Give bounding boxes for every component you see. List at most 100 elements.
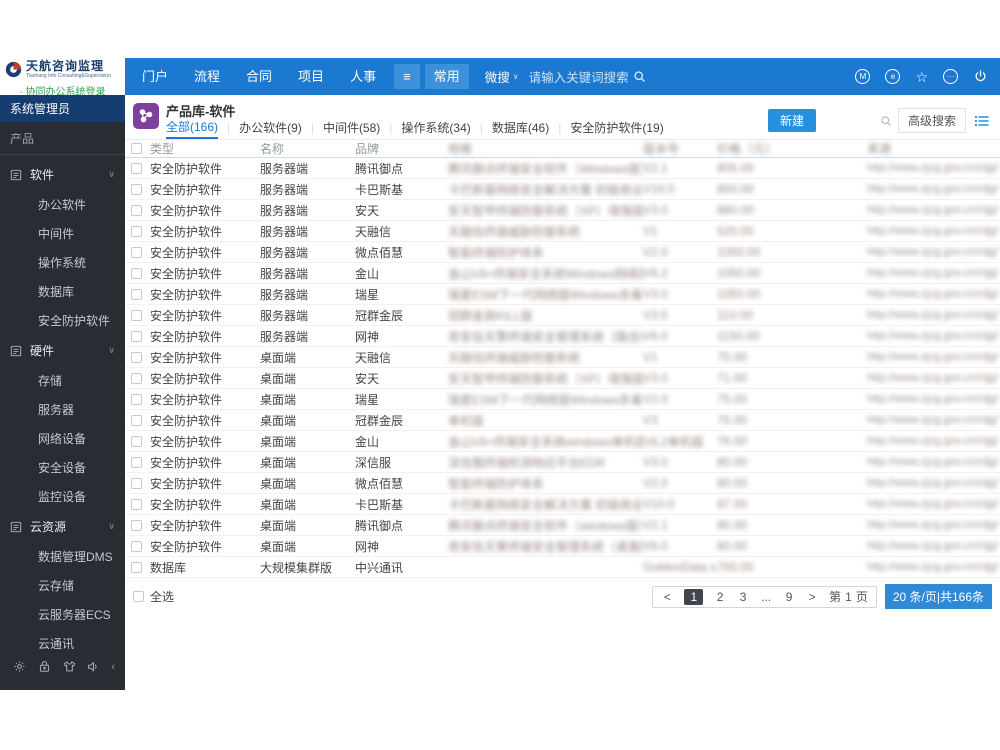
page-button[interactable]: 2 [714,590,726,604]
cell-source-link[interactable]: http://www.zjcg.gov.cn/ctjg/ [867,351,1000,363]
page-button[interactable]: 3 [737,590,749,604]
tab-1[interactable]: 全部(166) [166,118,219,139]
sidebar-item[interactable]: 安全设备 [0,453,125,482]
nav-item[interactable]: 流程 [181,58,233,95]
cell-source-link[interactable]: http://www.zjcg.gov.cn/ctjg/ [867,267,1000,279]
sidebar-item[interactable]: 安全防护软件 [0,306,125,335]
tab-3[interactable]: 中间件(58) [323,119,380,138]
theme-shirt-icon[interactable] [62,659,77,674]
prev-page-button[interactable]: < [661,590,673,604]
search-icon[interactable] [633,70,646,83]
cell-source-link[interactable]: http://www.zjcg.gov.cn/ctjg/ [867,393,1000,405]
row-checkbox[interactable] [131,477,142,489]
row-checkbox[interactable] [131,561,142,573]
row-checkbox[interactable] [131,498,142,510]
cell-source-link[interactable]: http://www.zjcg.gov.cn/ctjg/ [867,414,1000,426]
row-checkbox[interactable] [131,414,142,426]
row-checkbox[interactable] [131,351,142,363]
cell-source-link[interactable]: http://www.zjcg.gov.cn/ctjg/ [867,540,1000,552]
cell-source-link[interactable]: http://www.zjcg.gov.cn/ctjg/ [867,246,1000,258]
row-checkbox[interactable] [131,456,142,468]
quick-menu-button[interactable]: 常用 [424,64,469,89]
cell-source-link[interactable]: http://www.zjcg.gov.cn/ctjg/ [867,561,1000,573]
sidebar-item[interactable]: 云通讯 [0,629,125,651]
row-checkbox[interactable] [131,162,142,174]
jump-page-input[interactable]: 1 [845,590,852,604]
sidebar-item[interactable]: 存储 [0,366,125,395]
speaker-icon[interactable] [86,659,101,674]
row-checkbox[interactable] [131,288,142,300]
sidebar-item[interactable]: 服务器 [0,395,125,424]
message-icon[interactable]: e [885,69,901,84]
new-button[interactable]: 新建 [767,109,816,132]
favorite-star-icon[interactable]: ☆ [915,70,928,84]
cell-source-link[interactable]: http://www.zjcg.gov.cn/ctjg/ [867,519,1000,531]
power-icon[interactable] [973,69,988,84]
sidebar-item[interactable]: 监控设备 [0,482,125,511]
page-button[interactable]: 1 [684,588,704,605]
cell-source-link[interactable]: http://www.zjcg.gov.cn/ctjg/ [867,372,1000,384]
row-checkbox[interactable] [131,330,142,342]
sidebar-item[interactable]: 网络设备 [0,424,125,453]
list-view-icon[interactable] [974,113,990,129]
cell-type: 安全防护软件 [150,371,223,386]
nav-item[interactable]: 门户 [129,58,181,95]
header-checkbox[interactable] [131,143,142,154]
nav-item[interactable]: 合同 [233,58,285,95]
search-input[interactable]: 请输入关键词搜索 [529,67,629,86]
cell-source-link[interactable]: http://www.zjcg.gov.cn/ctjg/ [867,183,1000,195]
page-size-info[interactable]: 20 条/页|共166条 [884,584,992,609]
collapse-arrow-icon[interactable]: ‹ [111,661,115,673]
cell-type: 安全防护软件 [150,497,223,512]
table-search-input[interactable] [824,112,898,130]
sidebar-item[interactable]: 数据库 [0,277,125,306]
row-checkbox[interactable] [131,204,142,216]
cell-source-link[interactable]: http://www.zjcg.gov.cn/ctjg/ [867,162,1000,174]
row-checkbox[interactable] [131,267,142,279]
sidebar-item[interactable]: 中间件 [0,219,125,248]
cell-source-link[interactable]: http://www.zjcg.gov.cn/ctjg/ [867,498,1000,510]
page-button[interactable]: 9 [783,590,795,604]
sidebar-item[interactable]: 办公软件 [0,190,125,219]
sidebar-item[interactable]: 云服务器ECS [0,600,125,629]
settings-gear-icon[interactable] [12,659,27,674]
select-all-checkbox[interactable] [133,591,144,602]
cell-source-link[interactable]: http://www.zjcg.gov.cn/ctjg/ [867,288,1000,300]
advanced-search-button[interactable]: 高级搜索 [897,108,966,133]
row-checkbox[interactable] [131,435,142,447]
row-checkbox[interactable] [131,309,142,321]
nav-item[interactable]: 项目 [285,58,337,95]
cell-source-link[interactable]: http://www.zjcg.gov.cn/ctjg/ [867,456,1000,468]
tab-4[interactable]: 操作系统(34) [401,119,470,138]
next-page-button[interactable]: > [806,590,818,604]
lock-icon[interactable] [37,659,52,674]
cell-source-link[interactable]: http://www.zjcg.gov.cn/ctjg/ [867,204,1000,216]
row-checkbox[interactable] [131,393,142,405]
row-checkbox[interactable] [131,372,142,384]
tab-5[interactable]: 数据库(46) [492,119,549,138]
sidebar-group-header[interactable]: 云资源 ∨ [0,511,125,542]
hamburger-menu-button[interactable]: ≡ [394,64,420,89]
cell-source-link[interactable]: http://www.zjcg.gov.cn/ctjg/ [867,477,1000,489]
row-checkbox[interactable] [131,519,142,531]
sidebar-item[interactable]: 操作系统 [0,248,125,277]
cell-source-link[interactable]: http://www.zjcg.gov.cn/ctjg/ [867,435,1000,447]
sidebar-group-header[interactable]: 硬件 ∨ [0,335,125,366]
search-scope-dropdown[interactable]: 微搜 ∨ [485,67,519,86]
sidebar-item[interactable]: 云存储 [0,571,125,600]
row-checkbox[interactable] [131,183,142,195]
cell-source-link[interactable]: http://www.zjcg.gov.cn/ctjg/ [867,225,1000,237]
more-icon[interactable]: ··· [943,69,958,84]
tab-separator: | [389,121,393,135]
sidebar-item[interactable]: 数据管理DMS [0,542,125,571]
sidebar-group-header[interactable]: 软件 ∨ [0,159,125,190]
cell-source-link[interactable]: http://www.zjcg.gov.cn/ctjg/ [867,309,1000,321]
row-checkbox[interactable] [131,246,142,258]
m-badge-icon[interactable]: M [855,69,871,84]
cell-source-link[interactable]: http://www.zjcg.gov.cn/ctjg/ [867,330,1000,342]
row-checkbox[interactable] [131,225,142,237]
tab-6[interactable]: 安全防护软件(19) [570,119,663,138]
row-checkbox[interactable] [131,540,142,552]
nav-item[interactable]: 人事 [337,58,389,95]
tab-2[interactable]: 办公软件(9) [239,119,302,138]
